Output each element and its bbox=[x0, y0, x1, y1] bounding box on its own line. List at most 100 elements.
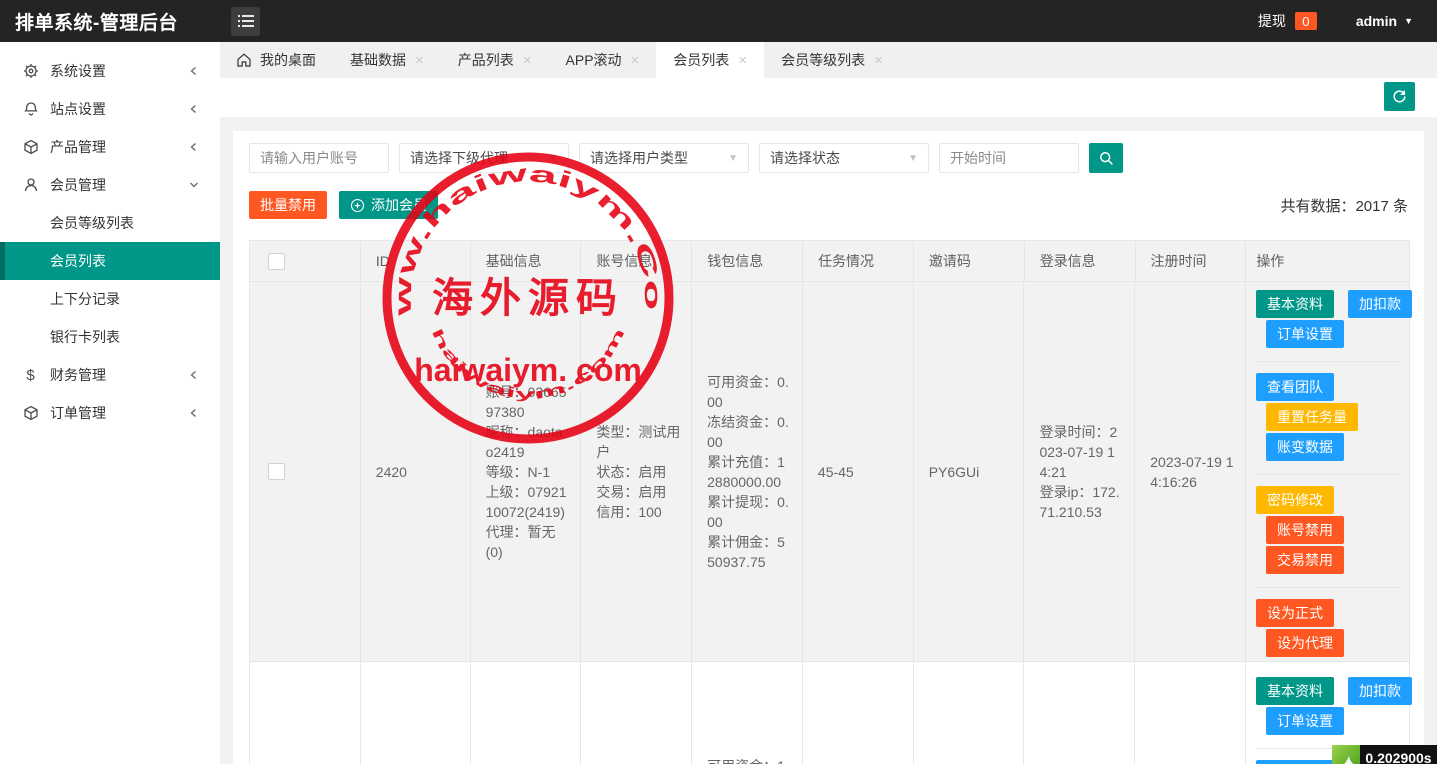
cell-login-info: 登录时间：2023-07-19 14:21 登录ip：172.71.210.53 bbox=[1024, 282, 1135, 662]
tab-member-list[interactable]: 会员列表 × bbox=[656, 42, 764, 78]
sidebar-item-order-management[interactable]: 订单管理 bbox=[0, 394, 220, 432]
status-select-value: 请选择状态 bbox=[770, 148, 840, 168]
sidebar-item-label: 会员列表 bbox=[50, 251, 106, 271]
cell-actions: 基本资料 加扣款 订单设置 查看团队 重置任务量 账变数据 密码 bbox=[1246, 282, 1409, 662]
basic-profile-button[interactable]: 基本资料 bbox=[1256, 290, 1334, 318]
sidebar-item-label: 产品管理 bbox=[50, 137, 106, 157]
status-select[interactable]: 请选择状态 ▼ bbox=[759, 143, 929, 173]
agent-select[interactable]: 请选择下级代理 ▼ bbox=[399, 143, 569, 173]
cell-id: 2420 bbox=[361, 282, 471, 662]
sidebar-item-updown-records[interactable]: 上下分记录 bbox=[0, 280, 220, 318]
account-search-input[interactable] bbox=[249, 143, 389, 173]
chevron-down-icon: ▼ bbox=[548, 153, 558, 164]
withdraw-count-badge[interactable]: 0 bbox=[1295, 12, 1317, 30]
tab-label: 基础数据 bbox=[350, 50, 406, 70]
close-icon[interactable]: × bbox=[415, 52, 424, 69]
tab-app-scroll[interactable]: APP滚动 × bbox=[549, 42, 657, 78]
close-icon[interactable]: × bbox=[523, 52, 532, 69]
sidebar-item-system-settings[interactable]: 系统设置 bbox=[0, 52, 220, 90]
wallet-available: 可用资金：12 bbox=[707, 756, 792, 764]
sidebar-item-member-management[interactable]: 会员管理 bbox=[0, 166, 220, 204]
basic-level: 等级：N-1 bbox=[486, 462, 571, 482]
divider bbox=[1256, 361, 1399, 362]
user-menu[interactable]: admin ▼ bbox=[1356, 13, 1413, 29]
basic-profile-button[interactable]: 基本资料 bbox=[1256, 677, 1334, 705]
header-id: ID bbox=[361, 241, 471, 282]
account-credit: 信用：100 bbox=[596, 502, 681, 522]
batch-disable-button[interactable]: 批量禁用 bbox=[249, 191, 327, 219]
select-all-checkbox[interactable] bbox=[268, 253, 285, 270]
account-changes-button[interactable]: 账变数据 bbox=[1266, 433, 1344, 461]
member-list-panel: 请选择下级代理 ▼ 请选择用户类型 ▼ 请选择状态 ▼ 批量禁用 bbox=[233, 131, 1424, 764]
add-deduct-button[interactable]: 加扣款 bbox=[1348, 677, 1412, 705]
tab-label: 会员等级列表 bbox=[781, 50, 865, 70]
tab-member-level-list[interactable]: 会员等级列表 × bbox=[764, 42, 900, 78]
wallet-total-commission: 累计佣金：550937.75 bbox=[707, 532, 792, 572]
chevron-left-icon bbox=[188, 141, 200, 153]
order-settings-button[interactable]: 订单设置 bbox=[1266, 320, 1344, 348]
close-icon[interactable]: × bbox=[874, 52, 883, 69]
sidebar-item-label: 财务管理 bbox=[50, 365, 106, 385]
sidebar-item-label: 上下分记录 bbox=[50, 289, 120, 309]
disable-trade-button[interactable]: 交易禁用 bbox=[1266, 546, 1344, 574]
divider bbox=[1256, 587, 1399, 588]
sidebar-item-label: 银行卡列表 bbox=[50, 327, 120, 347]
account-type: 类型：测试用户 bbox=[596, 422, 681, 462]
sidebar-item-label: 会员管理 bbox=[50, 175, 106, 195]
search-button[interactable] bbox=[1089, 143, 1123, 173]
header-task-status: 任务情况 bbox=[803, 241, 914, 282]
tab-my-desktop[interactable]: 我的桌面 bbox=[220, 42, 333, 78]
order-settings-button[interactable]: 订单设置 bbox=[1266, 707, 1344, 735]
user-icon bbox=[22, 177, 39, 194]
chevron-left-icon bbox=[188, 103, 200, 115]
tab-product-list[interactable]: 产品列表 × bbox=[441, 42, 549, 78]
wallet-total-recharge: 累计充值：12880000.00 bbox=[707, 452, 792, 492]
chevron-down-icon: ▼ bbox=[908, 153, 918, 164]
basic-nickname: 昵称：daotao2419 bbox=[486, 422, 571, 462]
start-time-input[interactable] bbox=[939, 143, 1079, 173]
add-deduct-button[interactable]: 加扣款 bbox=[1348, 290, 1412, 318]
refresh-icon bbox=[1392, 89, 1407, 104]
gear-icon bbox=[22, 63, 39, 80]
cube-icon bbox=[22, 139, 39, 156]
set-formal-button[interactable]: 设为正式 bbox=[1256, 599, 1334, 627]
chevron-left-icon bbox=[188, 369, 200, 381]
login-time: 登录时间：2023-07-19 14:21 bbox=[1039, 422, 1124, 482]
view-team-button[interactable]: 查看团队 bbox=[1256, 760, 1334, 764]
list-icon bbox=[238, 14, 254, 28]
header-basic-info: 基础信息 bbox=[471, 241, 582, 282]
cell-wallet-info: 可用资金：12 bbox=[692, 662, 803, 764]
view-team-button[interactable]: 查看团队 bbox=[1256, 373, 1334, 401]
sidebar-item-product-management[interactable]: 产品管理 bbox=[0, 128, 220, 166]
close-icon[interactable]: × bbox=[631, 52, 640, 69]
sidebar-item-site-settings[interactable]: 站点设置 bbox=[0, 90, 220, 128]
bell-icon bbox=[22, 101, 39, 118]
sidebar-item-member-level-list[interactable]: 会员等级列表 bbox=[0, 204, 220, 242]
debug-trace-toggle[interactable] bbox=[1332, 745, 1360, 764]
header-invite-code: 邀请码 bbox=[914, 241, 1025, 282]
cube-icon bbox=[22, 405, 39, 422]
user-type-select-value: 请选择用户类型 bbox=[590, 148, 688, 168]
sidebar-item-member-list[interactable]: 会员列表 bbox=[0, 242, 220, 280]
plus-circle-icon bbox=[350, 198, 365, 213]
withdraw-link[interactable]: 提现 bbox=[1258, 11, 1286, 31]
agent-select-value: 请选择下级代理 bbox=[410, 148, 508, 168]
close-icon[interactable]: × bbox=[738, 52, 747, 69]
set-agent-button[interactable]: 设为代理 bbox=[1266, 629, 1344, 657]
account-trade: 交易：启用 bbox=[596, 482, 681, 502]
sidebar-item-bankcard-list[interactable]: 银行卡列表 bbox=[0, 318, 220, 356]
add-member-button[interactable]: 添加会员 bbox=[339, 191, 438, 219]
disable-account-button[interactable]: 账号禁用 bbox=[1266, 516, 1344, 544]
refresh-button[interactable] bbox=[1384, 82, 1415, 111]
user-type-select[interactable]: 请选择用户类型 ▼ bbox=[579, 143, 749, 173]
top-bar: 排单系统-管理后台 提现 0 admin ▼ bbox=[0, 0, 1437, 42]
tab-basic-data[interactable]: 基础数据 × bbox=[333, 42, 441, 78]
change-password-button[interactable]: 密码修改 bbox=[1256, 486, 1334, 514]
collapse-menu-button[interactable] bbox=[231, 7, 260, 36]
reset-tasks-button[interactable]: 重置任务量 bbox=[1266, 403, 1358, 431]
content-toolbar bbox=[220, 78, 1437, 117]
wallet-available: 可用资金：0.00 bbox=[707, 372, 792, 412]
row-checkbox[interactable] bbox=[268, 463, 285, 480]
tab-label: APP滚动 bbox=[566, 50, 622, 70]
sidebar-item-finance-management[interactable]: $ 财务管理 bbox=[0, 356, 220, 394]
